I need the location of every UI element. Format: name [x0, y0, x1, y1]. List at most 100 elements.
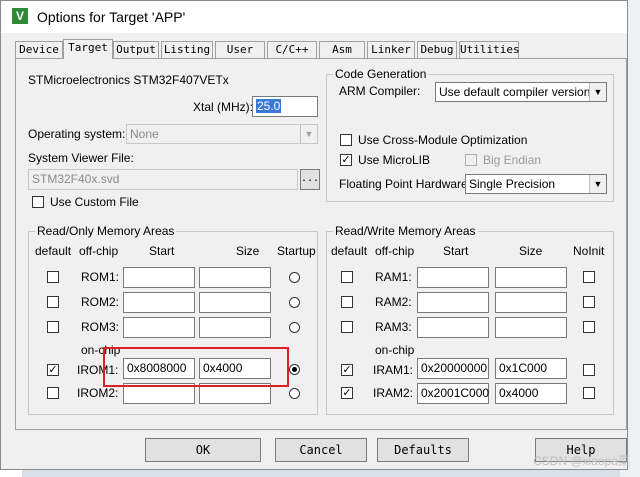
sysviewer-label: System Viewer File:: [28, 151, 134, 165]
os-select[interactable]: None ▼: [126, 124, 318, 144]
ram2-default-checkbox[interactable]: [341, 296, 353, 308]
ram-header-default: default: [331, 244, 368, 258]
tab-asm[interactable]: Asm: [319, 41, 365, 58]
irom2-default-checkbox[interactable]: [47, 387, 59, 399]
ram2-start-input[interactable]: [417, 292, 489, 313]
chevron-down-icon: ▼: [589, 83, 606, 101]
ram3-noinit-checkbox[interactable]: [583, 321, 595, 333]
iram2-default-checkbox[interactable]: ✓: [341, 387, 353, 399]
iram1-label: IRAM1:: [373, 363, 414, 377]
rom1-startup-radio[interactable]: [289, 272, 300, 283]
iram1-default-checkbox[interactable]: ✓: [341, 364, 353, 376]
ram-header-start: Start: [443, 244, 469, 258]
ram3-label: RAM3:: [375, 320, 412, 334]
iram2-size-input[interactable]: 0x4000: [495, 383, 567, 404]
code-generation-title: Code Generation: [333, 67, 429, 81]
rom3-default-checkbox[interactable]: [47, 321, 59, 333]
tab-output[interactable]: Output: [113, 41, 159, 58]
tab-linker[interactable]: Linker: [367, 41, 415, 58]
rom3-size-input[interactable]: [199, 317, 271, 338]
fp-hardware-label: Floating Point Hardware:: [339, 177, 472, 191]
ram3-default-checkbox[interactable]: [341, 321, 353, 333]
microlib-checkbox[interactable]: ✓: [340, 154, 352, 166]
dialog-title: Options for Target 'APP': [37, 9, 186, 25]
ok-button[interactable]: OK: [145, 438, 261, 462]
fp-hardware-value: Single Precision: [469, 177, 556, 191]
irom2-startup-radio[interactable]: [289, 388, 300, 399]
irom1-default-checkbox[interactable]: ✓: [47, 364, 59, 376]
rom2-label: ROM2:: [81, 295, 120, 309]
iram2-start-input[interactable]: 0x2001C000: [417, 383, 489, 404]
tab-target[interactable]: Target: [63, 39, 113, 59]
tab-user[interactable]: User: [215, 41, 265, 58]
highlight-annotation-box: [103, 347, 289, 387]
ram-header-noinit: NoInit: [573, 244, 605, 258]
ram1-default-checkbox[interactable]: [341, 271, 353, 283]
ram1-start-input[interactable]: [417, 267, 489, 288]
watermark: CSDN @xiaopa菜: [533, 454, 630, 468]
tab-device[interactable]: Device: [15, 41, 63, 58]
ram-areas-group: Read/Write Memory Areas default off-chip…: [326, 224, 614, 415]
title-bar: V Options for Target 'APP': [1, 1, 627, 33]
use-custom-file-checkbox[interactable]: [32, 196, 44, 208]
device-name: STMicroelectronics STM32F407VETx: [28, 73, 229, 87]
ram2-size-input[interactable]: [495, 292, 567, 313]
ram-header-size: Size: [519, 244, 543, 258]
tab-debug[interactable]: Debug: [417, 41, 457, 58]
rom-header-default: default: [35, 244, 72, 258]
chevron-down-icon: ▼: [300, 125, 317, 143]
fp-hardware-select[interactable]: Single Precision ▼: [465, 174, 607, 194]
rom-header-size: Size: [236, 244, 260, 258]
rom3-startup-radio[interactable]: [289, 322, 300, 333]
rom1-size-input[interactable]: [199, 267, 271, 288]
irom1-startup-radio[interactable]: [289, 364, 300, 375]
ram3-size-input[interactable]: [495, 317, 567, 338]
irom2-label: IROM2:: [77, 386, 119, 400]
rom2-size-input[interactable]: [199, 292, 271, 313]
rom2-start-input[interactable]: [123, 292, 195, 313]
microlib-label: Use MicroLIB: [358, 153, 431, 167]
iram1-size-input[interactable]: 0x1C000: [495, 358, 567, 379]
iram1-noinit-checkbox[interactable]: [583, 364, 595, 376]
rom-header-start: Start: [149, 244, 175, 258]
ram1-noinit-checkbox[interactable]: [583, 271, 595, 283]
cross-module-label: Use Cross-Module Optimization: [358, 133, 528, 147]
iram2-label: IRAM2:: [373, 386, 414, 400]
os-value: None: [130, 127, 159, 141]
rom1-label: ROM1:: [81, 270, 120, 284]
arm-compiler-value: Use default compiler version 5: [439, 85, 601, 99]
ram3-start-input[interactable]: [417, 317, 489, 338]
rom-header-startup: Startup: [277, 244, 316, 258]
arm-compiler-select[interactable]: Use default compiler version 5 ▼: [435, 82, 607, 102]
iram2-noinit-checkbox[interactable]: [583, 387, 595, 399]
cross-module-checkbox[interactable]: [340, 134, 352, 146]
rom2-default-checkbox[interactable]: [47, 296, 59, 308]
tab-c-cpp[interactable]: C/C++: [267, 41, 317, 58]
tab-listing[interactable]: Listing: [161, 41, 213, 58]
chevron-down-icon: ▼: [589, 175, 606, 193]
tab-utilities[interactable]: Utilities: [459, 41, 520, 58]
ram-header-offchip: off-chip: [375, 244, 415, 258]
rom-areas-title: Read/Only Memory Areas: [35, 224, 177, 238]
defaults-button[interactable]: Defaults: [377, 438, 469, 462]
rom2-startup-radio[interactable]: [289, 297, 300, 308]
big-endian-label: Big Endian: [483, 153, 542, 167]
rom-areas-group: Read/Only Memory Areas default off-chip …: [28, 224, 318, 415]
big-endian-checkbox[interactable]: [465, 154, 477, 166]
iram1-start-input[interactable]: 0x20000000: [417, 358, 489, 379]
ram1-size-input[interactable]: [495, 267, 567, 288]
rom3-start-input[interactable]: [123, 317, 195, 338]
code-generation-group: Code Generation ARM Compiler: Use defaul…: [326, 67, 614, 202]
ram-onchip-label: on-chip: [375, 343, 415, 357]
rom-header-offchip: off-chip: [79, 244, 119, 258]
cancel-button[interactable]: Cancel: [275, 438, 367, 462]
ram2-noinit-checkbox[interactable]: [583, 296, 595, 308]
browse-button[interactable]: ...: [300, 169, 320, 190]
use-custom-file-label: Use Custom File: [50, 195, 139, 209]
rom3-label: ROM3:: [81, 320, 120, 334]
sysviewer-input[interactable]: STM32F40x.svd: [28, 169, 298, 190]
rom1-default-checkbox[interactable]: [47, 271, 59, 283]
options-dialog: V Options for Target 'APP' Device Target…: [0, 0, 628, 470]
xtal-input[interactable]: 25.0: [252, 96, 318, 117]
rom1-start-input[interactable]: [123, 267, 195, 288]
